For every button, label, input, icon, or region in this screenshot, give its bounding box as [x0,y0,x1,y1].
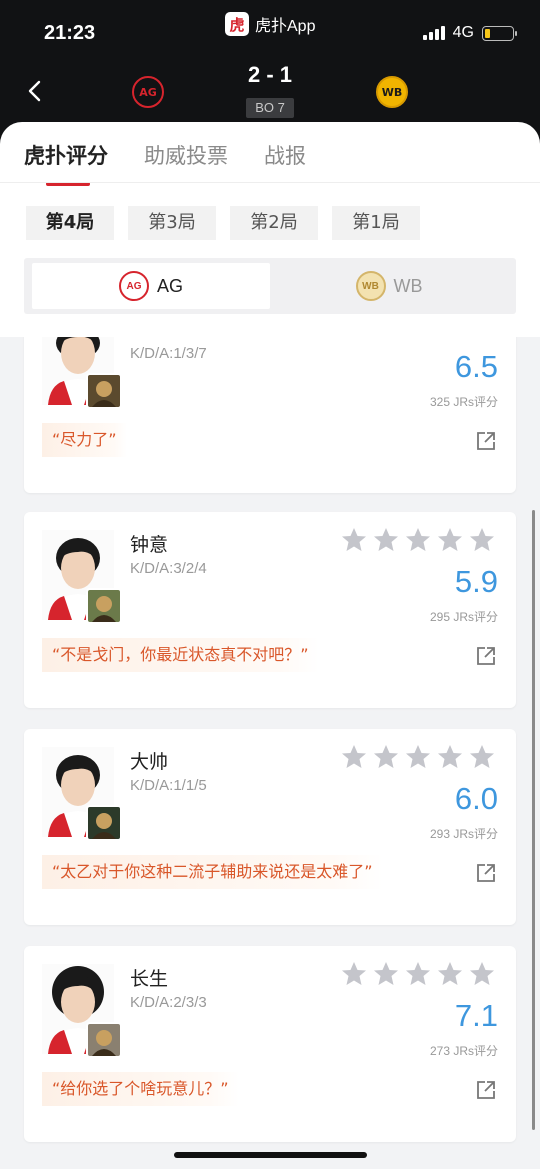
rating-count: 293 JRs评分 [429,827,498,841]
hero-icon [86,805,122,841]
player-rating: 6.5 [454,349,498,384]
star-icon[interactable] [372,743,400,771]
player-rating: 5.9 [454,564,498,599]
star-icon[interactable] [436,960,464,988]
player-name: 大帅 [130,751,169,773]
share-icon[interactable] [476,646,496,666]
player-card[interactable]: K/D/A:1/3/7 6.5 325 JRs评分 “尽力了” [24,337,516,493]
star-icon[interactable] [372,960,400,988]
hot-comment[interactable]: “不是戈门，你最近状态真不对吧？” [42,638,319,672]
player-card[interactable]: 长生 K/D/A:2/3/3 7.1 273 JRs评分 “给你选了个啥玩意儿？… [24,946,516,1142]
signal-icon [422,26,445,40]
player-kda: K/D/A:3/2/4 [130,560,207,577]
star-rating[interactable] [340,526,496,554]
star-icon[interactable] [404,526,432,554]
star-icon[interactable] [340,960,368,988]
team-tab-label: WB [393,275,423,296]
hot-comment[interactable]: “太乙对于你这种二流子辅助来说还是太难了” [42,855,383,889]
team-wb-logo[interactable]: WB [376,76,408,108]
scrollbar[interactable] [532,510,535,1130]
rating-count: 295 JRs评分 [429,610,498,624]
team-tab-label: AG [156,275,183,296]
star-icon[interactable] [340,526,368,554]
player-kda: K/D/A:1/3/7 [130,345,207,362]
star-icon[interactable] [468,743,496,771]
hero-icon [86,1022,122,1058]
ag-logo-icon: AG [118,271,149,301]
star-rating[interactable] [340,960,496,988]
app-name: 虎扑App [255,18,316,35]
share-icon[interactable] [476,863,496,883]
match-score: 2 - 1 [247,62,293,87]
share-icon[interactable] [476,431,496,451]
player-name: 长生 [130,968,169,990]
status-time: 21:23 [44,22,96,44]
tab-hupu-rating[interactable]: 虎扑评分 [24,140,108,186]
rating-panel: 虎扑评分 助威投票 战报 第4局 第3局 第2局 第1局 AG AG WB WB [0,122,540,337]
rating-count: 325 JRs评分 [429,395,498,409]
player-name: 钟意 [130,534,169,556]
star-icon[interactable] [468,960,496,988]
player-rating: 6.0 [454,781,498,816]
battery-icon [482,25,517,41]
rating-count: 273 JRs评分 [429,1044,498,1058]
star-icon[interactable] [436,526,464,554]
team-tab-wb[interactable]: WB WB [270,263,508,309]
tab-battle-report[interactable]: 战报 [264,140,306,186]
game-tab-2[interactable]: 第2局 [230,206,318,240]
network-type: 4G [452,24,474,41]
star-icon[interactable] [436,743,464,771]
game-tab-3[interactable]: 第3局 [128,206,216,240]
app-badge: 虎 虎扑App [225,12,315,36]
match-format-badge: BO 7 [246,98,294,118]
hero-icon [86,588,122,624]
divider [0,182,540,183]
main-tabs: 虎扑评分 助威投票 战报 [24,140,306,186]
hot-comment[interactable]: “给你选了个啥玩意儿？” [42,1072,239,1106]
hero-icon [86,373,122,409]
star-icon[interactable] [468,526,496,554]
hot-comment[interactable]: “尽力了” [42,423,127,457]
star-icon[interactable] [404,743,432,771]
star-rating[interactable] [340,743,496,771]
star-icon[interactable] [404,960,432,988]
status-indicators: 4G [422,24,517,42]
game-tab-4[interactable]: 第4局 [26,206,114,240]
star-icon[interactable] [372,526,400,554]
battery-level [485,28,491,38]
game-tab-1[interactable]: 第1局 [332,206,420,240]
player-card[interactable]: 钟意 K/D/A:3/2/4 5.9 295 JRs评分 “不是戈门，你最近状态… [24,512,516,708]
tab-cheer-vote[interactable]: 助威投票 [144,140,228,186]
player-kda: K/D/A:1/1/5 [130,777,207,794]
star-icon[interactable] [340,743,368,771]
game-selector: 第4局 第3局 第2局 第1局 [26,206,420,240]
share-icon[interactable] [476,1080,496,1100]
home-indicator[interactable] [174,1152,367,1158]
wb-logo-icon: WB [355,271,386,301]
player-kda: K/D/A:2/3/3 [130,994,207,1011]
player-list[interactable]: K/D/A:1/3/7 6.5 325 JRs评分 “尽力了” 钟意 K/D/A… [0,337,540,1169]
player-card[interactable]: 大帅 K/D/A:1/1/5 6.0 293 JRs评分 “太乙对于你这种二流子… [24,729,516,925]
player-rating: 7.1 [454,998,498,1033]
team-switcher: AG AG WB WB [24,258,516,314]
team-tab-ag[interactable]: AG AG [32,263,270,309]
hupu-logo-icon: 虎 [225,12,249,36]
